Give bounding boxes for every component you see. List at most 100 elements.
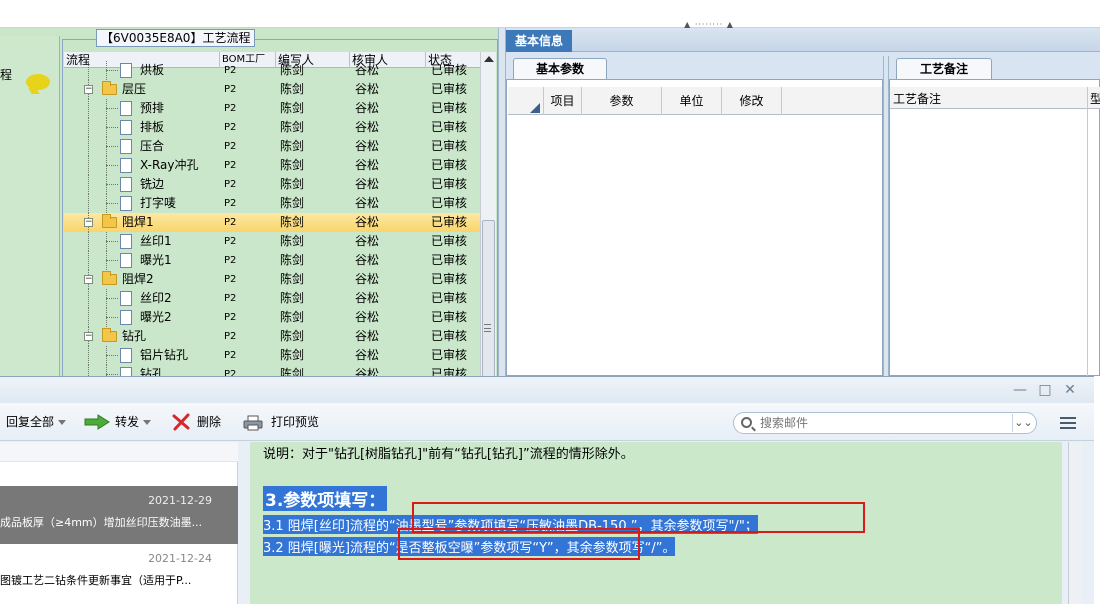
- scroll-thumb[interactable]: [482, 220, 495, 380]
- info-title-bar: [572, 30, 1100, 52]
- tab-basic-params[interactable]: 基本参数: [513, 58, 607, 80]
- tree-row-label: 烘板: [140, 63, 165, 77]
- message-date: 2021-12-29: [148, 494, 212, 507]
- vertical-splitter[interactable]: [498, 28, 506, 376]
- tree-row[interactable]: 钻孔 P2 陈剑 谷松 已审核: [64, 365, 480, 376]
- tree-row-bom: P2: [224, 369, 237, 376]
- tree-row[interactable]: 烘板 P2 陈剑 谷松 已审核: [64, 61, 480, 80]
- message-item[interactable]: 2021-12-24 图镀工艺二钻条件更新事宜（适用于P...: [0, 544, 238, 602]
- tree-connector: [106, 203, 118, 204]
- tree-row-bom: P2: [224, 331, 237, 342]
- tree-row[interactable]: 铣边 P2 陈剑 谷松 已审核: [64, 175, 480, 194]
- tree-row-writer: 陈剑: [280, 253, 305, 267]
- tree-row-checker: 谷松: [355, 329, 380, 343]
- tree-row[interactable]: 预排 P2 陈剑 谷松 已审核: [64, 99, 480, 118]
- tree-row-bom: P2: [224, 255, 237, 266]
- tree-row-bom: P2: [224, 274, 237, 285]
- tree-row-writer: 陈剑: [280, 348, 305, 362]
- tree-row[interactable]: 曝光1 P2 陈剑 谷松 已审核: [64, 251, 480, 270]
- forward-button[interactable]: 转发: [115, 403, 152, 441]
- list-view-icon[interactable]: [1060, 417, 1076, 429]
- message-item[interactable]: 2021-12-29 成品板厚（≥4mm）增加丝印压数油墨...: [0, 486, 238, 544]
- left-side-strip: 程: [0, 36, 60, 376]
- tree-row-bom: P2: [224, 350, 237, 361]
- body-heading: 3.参数项填写：: [263, 486, 388, 511]
- tree-row[interactable]: 排板 P2 陈剑 谷松 已审核: [64, 118, 480, 137]
- tree-connector: [88, 156, 89, 175]
- tree-row[interactable]: 丝印1 P2 陈剑 谷松 已审核: [64, 232, 480, 251]
- reply-all-button[interactable]: 回复全部: [6, 403, 67, 441]
- tree-connector: [106, 108, 118, 109]
- tree-row-status: 已审核: [431, 367, 468, 376]
- col-header-item[interactable]: 项目: [544, 87, 582, 115]
- tree-row-bom: P2: [224, 65, 237, 76]
- tree-row-bom: P2: [224, 293, 237, 304]
- tree-row-writer: 陈剑: [280, 234, 305, 248]
- tree-scrollbar[interactable]: [480, 52, 496, 380]
- search-box[interactable]: ⌄⌄: [733, 412, 1037, 434]
- document-icon: [120, 177, 132, 192]
- forward-label: 转发: [115, 415, 140, 429]
- tree-row[interactable]: 铝片钻孔 P2 陈剑 谷松 已审核: [64, 346, 480, 365]
- chevron-down-icon[interactable]: [143, 420, 152, 425]
- tree-row[interactable]: X-Ray冲孔 P2 陈剑 谷松 已审核: [64, 156, 480, 175]
- info-title-tab[interactable]: 基本信息: [506, 30, 572, 52]
- scroll-up-arrow-icon[interactable]: [484, 56, 494, 62]
- printer-icon[interactable]: [243, 415, 263, 431]
- chat-bubble-icon[interactable]: [26, 74, 50, 90]
- delete-button[interactable]: 删除: [197, 403, 221, 441]
- tree-row-status: 已审核: [431, 215, 468, 229]
- tree-row-bom: P2: [224, 103, 237, 114]
- tree-connector: [88, 61, 89, 80]
- print-preview-button[interactable]: 打印预览: [271, 403, 319, 441]
- tree-row-writer: 陈剑: [280, 63, 305, 77]
- annotation-box: [398, 528, 640, 560]
- tab-process-memo[interactable]: 工艺备注: [896, 58, 992, 80]
- minimize-icon[interactable]: —: [1012, 382, 1028, 398]
- forward-arrow-icon[interactable]: [84, 414, 110, 430]
- tree-expander-icon[interactable]: −: [84, 218, 93, 227]
- maximize-icon[interactable]: □: [1037, 382, 1053, 398]
- col-header-memo[interactable]: 工艺备注: [893, 90, 941, 107]
- tree-row[interactable]: 丝印2 P2 陈剑 谷松 已审核: [64, 289, 480, 308]
- chevron-down-icon[interactable]: [58, 420, 67, 425]
- col-header-unit[interactable]: 单位: [662, 87, 722, 115]
- top-strip: [0, 0, 1100, 28]
- tree-row-status: 已审核: [431, 101, 468, 115]
- tree-row-status: 已审核: [431, 63, 468, 77]
- message-body-scrollbar[interactable]: [1068, 442, 1082, 604]
- tree-row[interactable]: 曝光2 P2 陈剑 谷松 已审核: [64, 308, 480, 327]
- tree-expander-icon[interactable]: −: [84, 332, 93, 341]
- tree-row[interactable]: − 阻焊2 P2 陈剑 谷松 已审核: [64, 270, 480, 289]
- tree-connector: [88, 175, 89, 194]
- col-header-param[interactable]: 参数: [582, 87, 662, 115]
- document-icon: [120, 196, 132, 211]
- tree-row[interactable]: − 钻孔 P2 陈剑 谷松 已审核: [64, 327, 480, 346]
- memo-panel: [889, 79, 1100, 376]
- tree-expander-icon[interactable]: −: [84, 275, 93, 284]
- tree-connector: [106, 146, 118, 147]
- tree-row-checker: 谷松: [355, 215, 380, 229]
- tree-connector: [88, 137, 89, 156]
- tree-row[interactable]: − 层压 P2 陈剑 谷松 已审核: [64, 80, 480, 99]
- tree-row-bom: P2: [224, 160, 237, 171]
- search-input[interactable]: [760, 415, 1000, 431]
- tree-row-bom: P2: [224, 198, 237, 209]
- tree-row-bom: P2: [224, 217, 237, 228]
- document-icon: [120, 348, 132, 363]
- search-dropdown-icon[interactable]: ⌄⌄: [1012, 414, 1034, 432]
- tree-row-writer: 陈剑: [280, 82, 305, 96]
- tree-row-writer: 陈剑: [280, 291, 305, 305]
- tree-row[interactable]: − 阻焊1 P2 陈剑 谷松 已审核: [64, 213, 480, 232]
- tree-row[interactable]: 打字唛 P2 陈剑 谷松 已审核: [64, 194, 480, 213]
- tree-connector: [106, 260, 118, 261]
- message-list-top: [0, 442, 238, 462]
- tree-expander-icon[interactable]: −: [84, 85, 93, 94]
- tree-row[interactable]: 压合 P2 陈剑 谷松 已审核: [64, 137, 480, 156]
- col-header-type[interactable]: 型: [1090, 90, 1100, 107]
- tree-body: 烘板 P2 陈剑 谷松 已审核 − 层压 P2 陈剑 谷松 已审核 预排 P2 陈剑 谷松 已审核 排板 P2 陈剑…: [64, 61, 480, 376]
- tree-row-checker: 谷松: [355, 253, 380, 267]
- close-icon[interactable]: ✕: [1062, 382, 1078, 398]
- delete-icon[interactable]: [172, 413, 190, 431]
- col-header-modify[interactable]: 修改: [722, 87, 782, 115]
